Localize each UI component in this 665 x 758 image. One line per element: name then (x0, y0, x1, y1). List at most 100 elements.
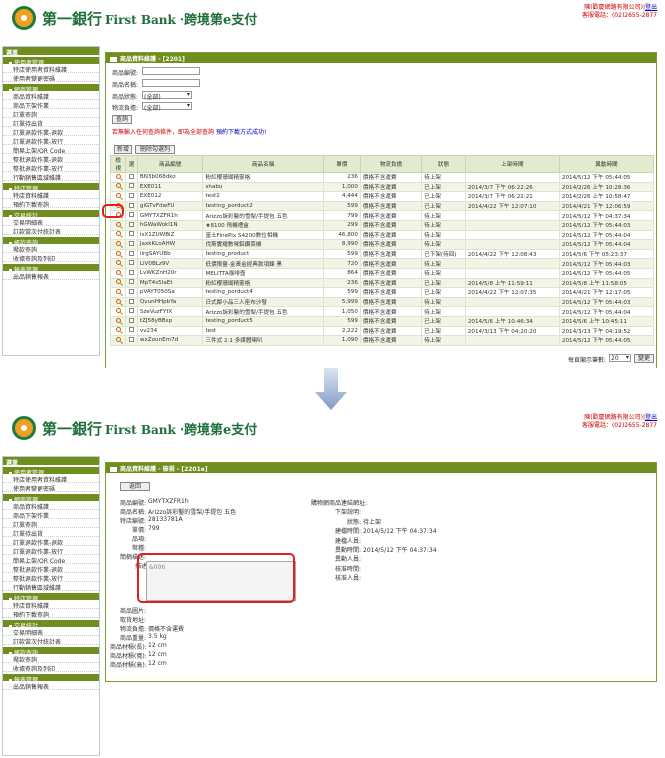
row-checkbox[interactable] (129, 231, 135, 237)
view-cell[interactable] (109, 267, 127, 279)
menu-item[interactable]: 出品銷售報表 (3, 271, 99, 280)
check-cell[interactable] (125, 172, 138, 183)
view-cell[interactable] (109, 306, 127, 317)
row-checkbox[interactable] (129, 192, 135, 198)
menu-group[interactable]: 交易統計 (3, 618, 99, 627)
magnifier-icon[interactable] (115, 192, 121, 198)
add-button[interactable]: 新增 (114, 145, 132, 154)
page-size-change-button[interactable]: 變更 (634, 354, 654, 363)
check-cell[interactable] (125, 239, 138, 250)
check-cell[interactable] (125, 296, 138, 308)
magnifier-icon[interactable] (115, 298, 121, 304)
menu-item[interactable]: 訂單查詢 (3, 109, 99, 118)
view-cell[interactable] (109, 229, 127, 241)
magnifier-icon[interactable] (115, 288, 121, 294)
view-cell[interactable] (109, 191, 127, 202)
magnifier-icon[interactable] (115, 279, 121, 285)
check-cell[interactable] (125, 210, 138, 221)
row-checkbox[interactable] (129, 288, 135, 294)
view-cell[interactable] (109, 172, 127, 183)
menu-item[interactable]: 商品下架作業 (3, 100, 99, 109)
delete-checked-button[interactable]: 刪除勾選列 (135, 145, 175, 154)
menu-item[interactable]: 訂款當次付統計表 (3, 636, 99, 645)
menu-item[interactable]: 訂單查詢 (3, 519, 99, 528)
magnifier-icon[interactable] (115, 231, 121, 237)
menu-item[interactable]: 出品銷售報表 (3, 681, 99, 690)
check-cell[interactable] (125, 181, 138, 193)
magnifier-icon[interactable] (115, 336, 121, 342)
check-cell[interactable] (125, 325, 138, 337)
menu-item[interactable]: 交易明細表 (3, 627, 99, 636)
magnifier-icon[interactable] (115, 260, 121, 266)
magnifier-icon[interactable] (115, 183, 121, 189)
row-checkbox[interactable] (129, 327, 135, 333)
menu-item[interactable]: 整批退款作業-放行 (3, 163, 99, 172)
search-button[interactable]: 查詢 (112, 115, 132, 124)
menu-group[interactable]: 報表管理 (3, 262, 99, 271)
magnifier-icon[interactable] (115, 327, 121, 333)
view-cell[interactable] (109, 258, 127, 269)
check-cell[interactable] (125, 335, 138, 346)
menu-item[interactable]: 收據查詢及列印 (3, 663, 99, 672)
row-checkbox[interactable] (129, 173, 135, 179)
menu-item[interactable]: 商品資料維護 (3, 91, 99, 100)
menu-item[interactable]: 使用者變更密碼 (3, 483, 99, 492)
check-cell[interactable] (125, 258, 138, 269)
row-checkbox[interactable] (129, 279, 135, 285)
name-input[interactable] (142, 79, 200, 87)
check-cell[interactable] (125, 267, 138, 279)
menu-item[interactable]: 商品下架作業 (3, 510, 99, 519)
menu-item[interactable]: 特店資料維護 (3, 190, 99, 199)
magnifier-icon[interactable] (115, 308, 121, 314)
menu-item[interactable]: 預約下載查詢 (3, 609, 99, 618)
menu-item[interactable]: 整批退款作業-退款 (3, 154, 99, 163)
reserve-download-link[interactable]: 預約下載方式成功! (216, 129, 266, 136)
menu-group[interactable]: 網商管理 (3, 82, 99, 91)
menu-group[interactable]: 報表管理 (3, 672, 99, 681)
view-cell[interactable] (109, 219, 127, 231)
check-cell[interactable] (125, 315, 138, 327)
magnifier-icon[interactable] (115, 173, 121, 179)
menu-item[interactable]: 訂單待出貨 (3, 528, 99, 537)
view-cell[interactable] (109, 296, 127, 308)
view-cell[interactable] (109, 248, 127, 260)
row-checkbox[interactable] (129, 260, 135, 266)
row-checkbox[interactable] (129, 202, 135, 208)
menu-item[interactable]: 交易明細表 (3, 217, 99, 226)
logistics-select[interactable]: (全部) (142, 102, 192, 112)
check-cell[interactable] (125, 200, 138, 212)
view-cell[interactable] (109, 287, 127, 298)
menu-group[interactable]: 特店管理 (3, 181, 99, 190)
menu-group[interactable]: 特店管理 (3, 591, 99, 600)
menu-item[interactable]: 簡易上架/QR Code (3, 555, 99, 564)
row-checkbox[interactable] (129, 308, 135, 314)
row-checkbox[interactable] (129, 317, 135, 323)
menu-group[interactable]: 網商管理 (3, 492, 99, 501)
menu-item[interactable]: 訂單退款作業-放行 (3, 546, 99, 555)
row-checkbox[interactable] (129, 298, 135, 304)
magnifier-icon[interactable] (115, 269, 121, 275)
magnifier-icon[interactable] (115, 221, 121, 227)
row-checkbox[interactable] (129, 221, 135, 227)
menu-item[interactable]: 預約下載查詢 (3, 199, 99, 208)
check-cell[interactable] (125, 287, 138, 298)
check-cell[interactable] (125, 248, 138, 260)
menu-group[interactable]: 交易統計 (3, 208, 99, 217)
check-cell[interactable] (125, 229, 138, 241)
magnifier-icon[interactable] (115, 317, 121, 323)
menu-item[interactable]: 訂單退款作業-退款 (3, 537, 99, 546)
check-cell[interactable] (125, 306, 138, 317)
menu-item[interactable]: 撥款查詢 (3, 654, 99, 663)
menu-item[interactable]: 撥款查詢 (3, 244, 99, 253)
logout-link[interactable]: 登出 (645, 414, 657, 421)
menu-item[interactable]: 訂單待出貨 (3, 118, 99, 127)
row-checkbox[interactable] (129, 212, 135, 218)
menu-item[interactable]: 訂單退款作業-放行 (3, 136, 99, 145)
menu-item[interactable]: 訂單退款作業-退款 (3, 127, 99, 136)
menu-item[interactable]: 訂款當次付統計表 (3, 226, 99, 235)
view-cell[interactable] (109, 239, 127, 250)
check-cell[interactable] (125, 191, 138, 202)
magnifier-icon[interactable] (115, 250, 121, 256)
row-checkbox[interactable] (129, 250, 135, 256)
view-cell[interactable] (109, 325, 127, 337)
